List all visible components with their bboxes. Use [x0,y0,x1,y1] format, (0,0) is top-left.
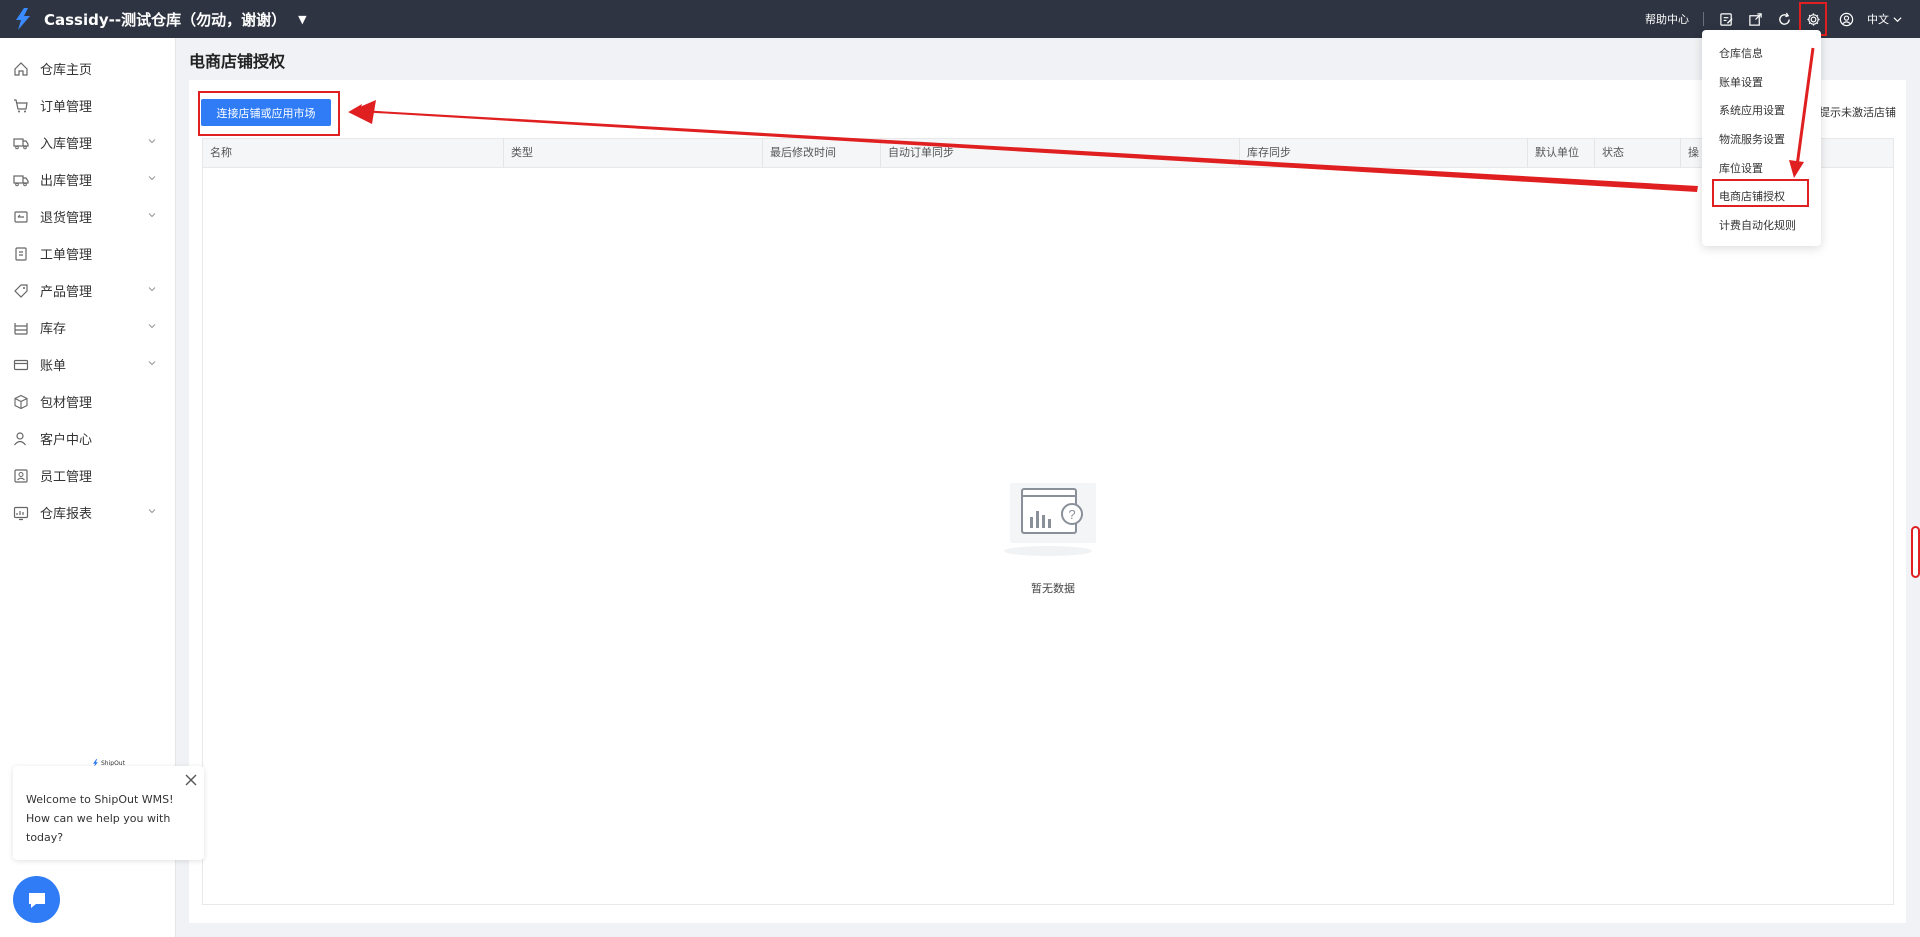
column-header-unit: 默认单位 [1528,139,1595,167]
sidebar-item-label: 订单管理 [40,100,93,115]
inactive-store-hint[interactable]: 提示未激活店铺 [1819,104,1896,120]
caret-down-icon[interactable]: ▼ [298,13,306,26]
chat-icon [28,892,45,908]
chat-launcher-button[interactable] [13,876,60,923]
chevron-down-icon [148,176,156,181]
store-table: 名称 类型 最后修改时间 自动订单同步 库存同步 默认单位 状态 操 ? 暂无数… [202,138,1894,905]
sidebar-item-label: 仓库报表 [40,507,93,522]
settings-menu-item[interactable]: 计费自动化规则 [1702,212,1821,241]
column-header-type: 类型 [504,139,763,167]
column-header-status: 状态 [1595,139,1681,167]
sidebar-item-label: 出库管理 [40,174,93,189]
column-header-inventory-sync: 库存同步 [1240,139,1528,167]
return-icon [13,209,29,225]
sidebar-item-label: 包材管理 [40,396,93,411]
sidebar-item[interactable]: 包材管理 [0,383,175,420]
sidebar-item[interactable]: 工单管理 [0,235,175,272]
report-icon [13,505,29,521]
sidebar-item[interactable]: 退货管理 [0,198,175,235]
sidebar-item[interactable]: 库存 [0,309,175,346]
sidebar-item-label: 库存 [40,322,67,337]
app-logo-icon[interactable] [10,6,36,32]
export-icon[interactable] [1747,11,1763,27]
column-header-modified: 最后修改时间 [763,139,881,167]
sidebar-item[interactable]: 入库管理 [0,124,175,161]
settings-menu-item[interactable]: 系统应用设置 [1702,97,1821,126]
settings-dropdown: 仓库信息 账单设置 系统应用设置 物流服务设置 库位设置 电商店铺授权 计费自动化规则 [1702,30,1821,246]
empty-chart-icon: ? [1004,483,1096,556]
page-title: 电商店铺授权 [189,52,286,71]
sidebar-item-label: 入库管理 [40,137,93,152]
chevron-down-icon [148,213,156,218]
chevron-down-icon [1893,16,1902,22]
chevron-down-icon [148,361,156,366]
table-header: 名称 类型 最后修改时间 自动订单同步 库存同步 默认单位 状态 操 [203,139,1893,168]
settings-menu-item[interactable]: 物流服务设置 [1702,126,1821,155]
home-icon [13,61,29,77]
sidebar-item[interactable]: 员工管理 [0,457,175,494]
inbound-truck-icon [13,135,29,151]
sidebar-item[interactable]: 产品管理 [0,272,175,309]
tag-icon [13,283,29,299]
column-header-name: 名称 [203,139,504,167]
divider [1703,12,1704,26]
chat-welcome-text: Welcome to ShipOut WMS! How can we help … [26,793,174,844]
box-icon [13,394,29,410]
edit-icon[interactable] [1718,11,1734,27]
sidebar-item-label: 仓库主页 [40,63,93,78]
connect-store-button[interactable]: 连接店铺或应用市场 [201,99,331,126]
sidebar-item[interactable]: 订单管理 [0,87,175,124]
customer-icon [13,431,29,447]
empty-state: ? 暂无数据 [993,479,1113,596]
sidebar-item[interactable]: 客户中心 [0,420,175,457]
settings-menu-item[interactable]: 仓库信息 [1702,40,1821,69]
sidebar-item[interactable]: 账单 [0,346,175,383]
cart-icon [13,98,29,114]
language-selector[interactable]: 中文 [1867,11,1902,27]
user-icon[interactable] [1838,11,1854,27]
sidebar-item-label: 员工管理 [40,470,93,485]
gear-icon [1806,12,1820,26]
empty-state-text: 暂无数据 [1031,582,1075,595]
settings-menu-list: 仓库信息 账单设置 系统应用设置 物流服务设置 库位设置 电商店铺授权 计费自动化规则 [1702,40,1821,241]
ticket-icon [13,246,29,262]
chevron-down-icon [148,139,156,144]
warehouse-title[interactable]: Cassidy--测试仓库（勿动，谢谢） [44,9,286,30]
card-icon [13,357,29,373]
sidebar-item-label: 账单 [40,359,67,374]
annotation-box-menu [1712,179,1809,207]
refresh-icon[interactable] [1776,11,1792,27]
sidebar-item[interactable]: 出库管理 [0,161,175,198]
sidebar-item-label: 退货管理 [40,211,93,226]
shelf-icon [13,320,29,336]
chevron-down-icon [148,509,156,514]
top-bar: Cassidy--测试仓库（勿动，谢谢） ▼ 帮助中心 中文 [0,0,1920,38]
help-center-link[interactable]: 帮助中心 [1645,11,1689,27]
outbound-truck-icon [13,172,29,188]
scrollbar-handle[interactable] [1911,526,1920,578]
chevron-down-icon [148,287,156,292]
staff-icon [13,468,29,484]
column-header-auto-sync: 自动订单同步 [881,139,1240,167]
settings-menu-item[interactable]: 账单设置 [1702,69,1821,98]
close-icon[interactable] [184,773,198,787]
chevron-down-icon [148,324,156,329]
svg-text:?: ? [1068,507,1075,522]
sidebar-item-label: 工单管理 [40,248,93,263]
sidebar-item[interactable]: 仓库报表 [0,494,175,531]
chat-welcome-card: Welcome to ShipOut WMS! How can we help … [13,766,204,860]
sidebar-item-label: 产品管理 [40,285,93,300]
sidebar-nav: 仓库主页订单管理入库管理出库管理退货管理工单管理产品管理库存账单包材管理客户中心… [0,38,175,531]
sidebar-item[interactable]: 仓库主页 [0,50,175,87]
sidebar-item-label: 客户中心 [40,433,93,448]
language-label: 中文 [1867,13,1889,26]
